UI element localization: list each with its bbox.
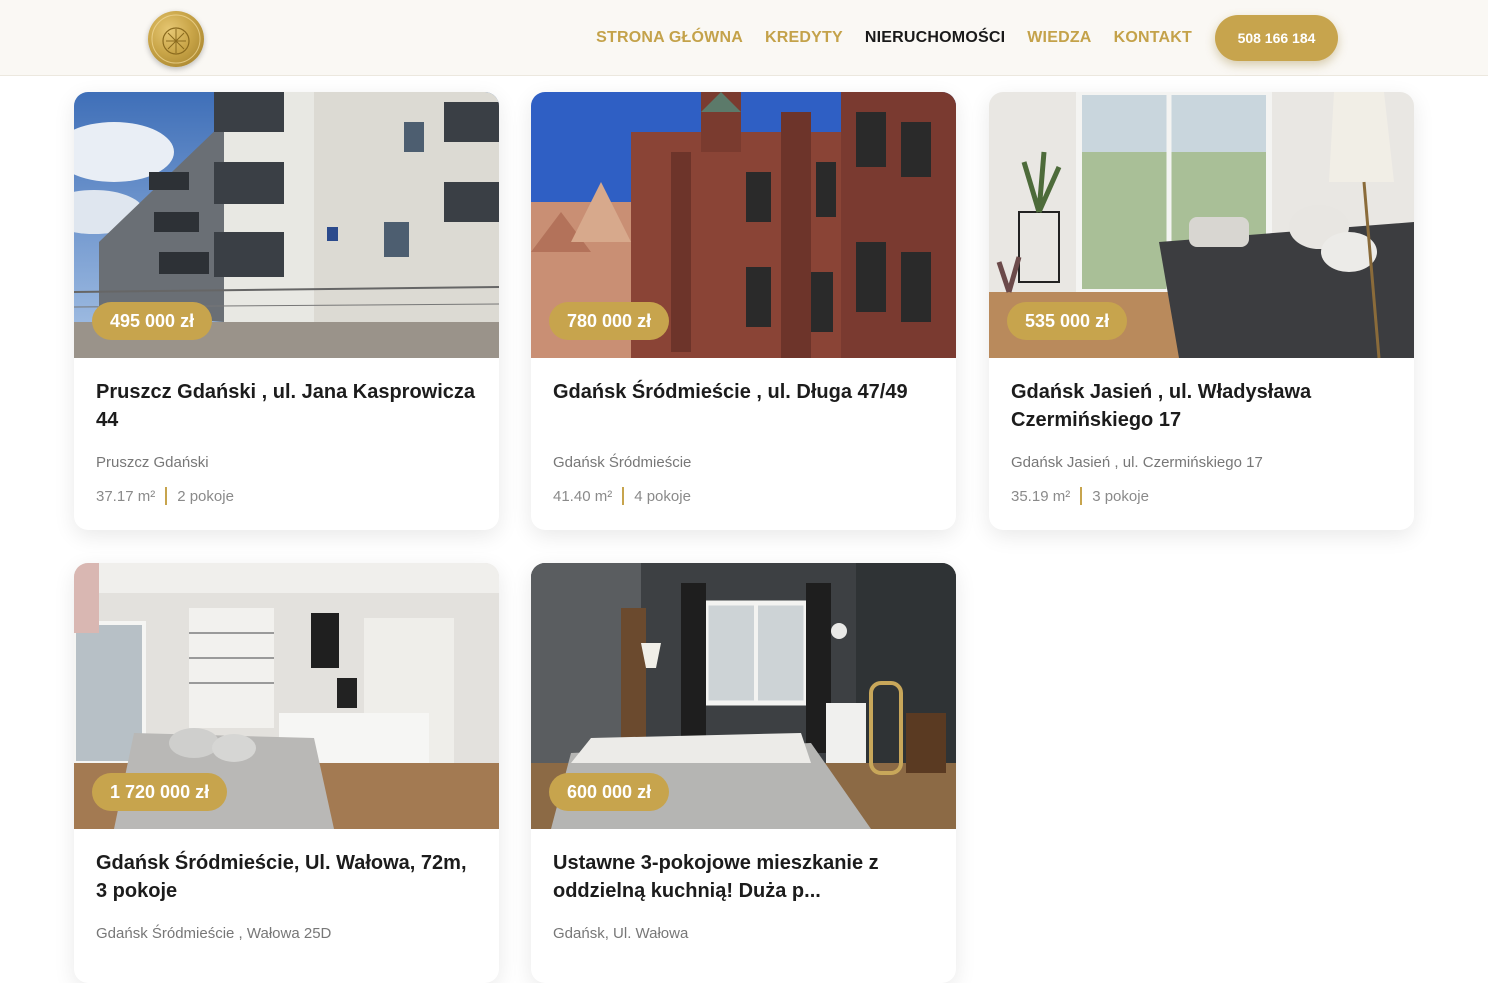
meta-divider xyxy=(1080,487,1083,505)
price-badge: 1 720 000 zł xyxy=(92,773,228,811)
nav-knowledge[interactable]: WIEDZA xyxy=(1027,29,1091,47)
site-header: STRONA GŁÓWNA KREDYTY NIERUCHOMOŚCI WIED… xyxy=(0,0,1488,76)
listing-card[interactable]: 535 000 zł Gdańsk Jasień , ul. Władysław… xyxy=(989,92,1414,530)
price-badge: 600 000 zł xyxy=(549,773,670,811)
listing-meta: 37.17 m² 2 pokoje xyxy=(96,487,477,505)
listing-location: Gdańsk, Ul. Wałowa xyxy=(553,925,689,942)
listing-title[interactable]: Pruszcz Gdański , ul. Jana Kasprowicza 4… xyxy=(96,378,477,434)
listing-rooms: 3 pokoje xyxy=(1092,487,1149,505)
listing-photo[interactable]: 495 000 zł xyxy=(74,92,499,358)
price-badge: 495 000 zł xyxy=(92,302,213,340)
listing-card[interactable]: 1 720 000 zł Gdańsk Śródmieście, Ul. Wał… xyxy=(74,563,499,983)
price-badge: 780 000 zł xyxy=(549,302,670,340)
nav-contact[interactable]: KONTAKT xyxy=(1114,29,1192,47)
listing-title[interactable]: Gdańsk Śródmieście, Ul. Wałowa, 72m, 3 p… xyxy=(96,849,477,905)
listing-location: Pruszcz Gdański xyxy=(96,454,209,471)
listing-card[interactable]: 495 000 zł Pruszcz Gdański , ul. Jana Ka… xyxy=(74,92,499,530)
listing-area: 35.19 m² xyxy=(1011,487,1071,505)
listing-location: Gdańsk Śródmieście xyxy=(553,454,692,471)
listing-title[interactable]: Gdańsk Śródmieście , ul. Długa 47/49 xyxy=(553,378,934,434)
price-badge: 535 000 zł xyxy=(1007,302,1128,340)
nav-home[interactable]: STRONA GŁÓWNA xyxy=(596,29,743,47)
listing-meta: 35.19 m² 3 pokoje xyxy=(1011,487,1392,505)
listing-area: 37.17 m² xyxy=(96,487,156,505)
listing-area: 41.40 m² xyxy=(553,487,613,505)
listing-rooms: 2 pokoje xyxy=(177,487,234,505)
listing-location: Gdańsk Jasień , ul. Czermińskiego 17 xyxy=(1011,454,1263,471)
listing-title[interactable]: Gdańsk Jasień , ul. Władysława Czermińsk… xyxy=(1011,378,1392,434)
listing-title[interactable]: Ustawne 3-pokojowe mieszkanie z oddzieln… xyxy=(553,849,934,905)
main-nav: STRONA GŁÓWNA KREDYTY NIERUCHOMOŚCI WIED… xyxy=(574,15,1338,61)
nav-credits[interactable]: KREDYTY xyxy=(765,29,843,47)
listing-card[interactable]: 780 000 zł Gdańsk Śródmieście , ul. Dług… xyxy=(531,92,956,530)
listing-rooms: 4 pokoje xyxy=(634,487,691,505)
listing-card[interactable]: 600 000 zł Ustawne 3-pokojowe mieszkanie… xyxy=(531,563,956,983)
phone-button[interactable]: 508 166 184 xyxy=(1215,15,1338,61)
listing-photo[interactable]: 780 000 zł xyxy=(531,92,956,358)
listing-location: Gdańsk Śródmieście , Wałowa 25D xyxy=(96,925,332,942)
meta-divider xyxy=(165,487,168,505)
listing-photo[interactable]: 535 000 zł xyxy=(989,92,1414,358)
meta-divider xyxy=(622,487,625,505)
nav-properties[interactable]: NIERUCHOMOŚCI xyxy=(865,29,1005,47)
listing-photo[interactable]: 600 000 zł xyxy=(531,563,956,829)
listing-meta: 41.40 m² 4 pokoje xyxy=(553,487,934,505)
listing-photo[interactable]: 1 720 000 zł xyxy=(74,563,499,829)
logo-coin[interactable] xyxy=(148,11,204,67)
